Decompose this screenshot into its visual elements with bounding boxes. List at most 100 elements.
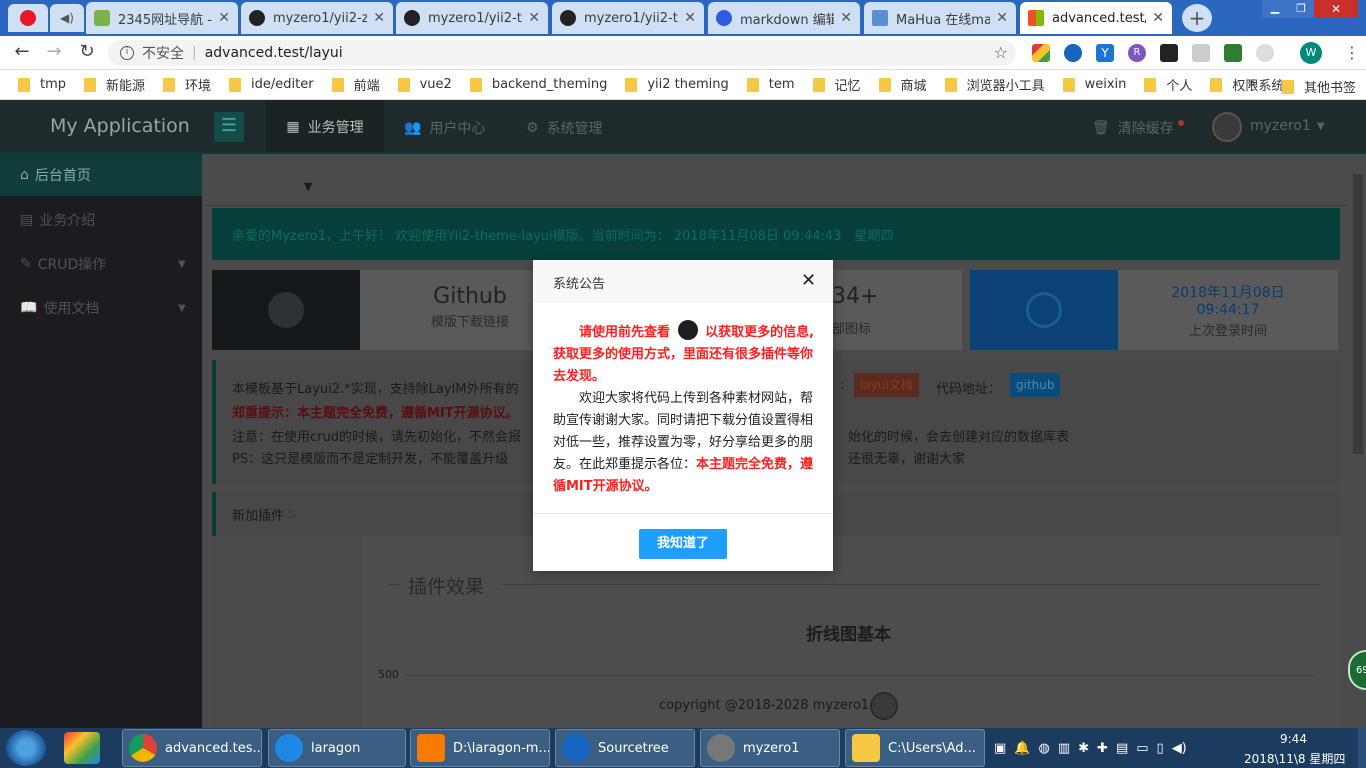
tab-mahua[interactable]: MaHua 在线mar...✕: [864, 2, 1016, 34]
clock-date[interactable]: 2018\11\8 星期四: [1244, 750, 1345, 767]
new-tab-button[interactable]: +: [1182, 4, 1212, 32]
bookmark-item[interactable]: tem: [746, 77, 795, 92]
bookmark-item[interactable]: tmp: [18, 77, 66, 92]
bookmark-item[interactable]: 环境: [163, 75, 211, 94]
bluetooth-icon[interactable]: ✱: [1078, 741, 1089, 756]
extension-grey-icon[interactable]: [1192, 44, 1210, 62]
clock-time[interactable]: 9:44: [1280, 732, 1307, 746]
tray-icon-2[interactable]: ◍: [1038, 741, 1049, 756]
bookmarks-overflow-icon[interactable]: »: [1248, 76, 1256, 91]
close-icon[interactable]: ✕: [684, 10, 696, 26]
sidebar-item-docs[interactable]: 📖 使用文档 ▼: [0, 286, 202, 330]
close-icon[interactable]: ✕: [1152, 10, 1164, 26]
tray-icon-4[interactable]: ✚: [1097, 741, 1108, 756]
app-header: My Application ☰ ▦ 业务管理 👥 用户中心 ⚙ 系统管理 🗑 …: [0, 100, 1366, 154]
bookmark-item[interactable]: weixin: [1062, 77, 1126, 92]
close-icon[interactable]: ✕: [528, 10, 540, 26]
forward-button[interactable]: →: [42, 41, 66, 65]
close-icon[interactable]: ✕: [218, 10, 230, 26]
tab-github-1[interactable]: myzero1/yii2-z...✕: [241, 2, 393, 34]
back-button[interactable]: ←: [10, 41, 34, 65]
folder-icon: [163, 77, 176, 92]
close-icon[interactable]: ✕: [373, 10, 385, 26]
folder-icon: [1062, 77, 1075, 92]
bookmark-item[interactable]: ide/editer: [229, 77, 314, 92]
bell-icon[interactable]: 🔔: [1014, 741, 1030, 756]
pinned-app-icon[interactable]: [64, 732, 100, 764]
nav-business[interactable]: ▦ 业务管理: [266, 100, 384, 154]
extension-globe-icon[interactable]: [1064, 44, 1082, 62]
bookmark-other[interactable]: 其他书签: [1282, 77, 1356, 96]
extension-qr-icon[interactable]: [1224, 44, 1242, 62]
layui-doc-badge[interactable]: layui文档: [854, 373, 919, 397]
nav-user-center[interactable]: 👥 用户中心: [404, 118, 485, 138]
address-bar[interactable]: i 不安全 | advanced.test/layui ☆: [108, 40, 1016, 66]
page-scrollbar[interactable]: [1350, 154, 1366, 728]
extension-cloud-icon[interactable]: [1256, 44, 1274, 62]
tray-icon-5[interactable]: ▤: [1116, 741, 1128, 756]
nav-system[interactable]: ⚙ 系统管理: [526, 118, 603, 138]
volume-icon[interactable]: ◀): [1172, 741, 1187, 756]
close-icon[interactable]: ✕: [996, 10, 1008, 26]
pinned-tab-weibo[interactable]: [8, 4, 48, 32]
tray-icon-1[interactable]: ▣: [994, 741, 1006, 756]
taskbar-item-laragon[interactable]: laragon: [268, 729, 406, 767]
user-menu[interactable]: myzero1 ▼: [1250, 118, 1325, 134]
dialog-footer-divider: [533, 513, 833, 514]
info-icon[interactable]: i: [120, 46, 134, 60]
close-icon[interactable]: ✕: [840, 10, 852, 26]
tab-2345[interactable]: 2345网址导航 - ...✕: [86, 2, 238, 34]
bookmark-star-icon[interactable]: ☆: [994, 43, 1008, 62]
tab-github-3[interactable]: myzero1/yii2-th...✕: [552, 2, 704, 34]
bookmark-item[interactable]: yii2 theming: [625, 77, 729, 92]
taskbar-item-explorer[interactable]: C:\Users\Ad...: [845, 729, 985, 767]
taskbar-item-myzero1[interactable]: myzero1: [700, 729, 840, 767]
menu-kebab-icon[interactable]: ⋮: [1344, 42, 1360, 64]
tab-markdown[interactable]: markdown 编辑...✕: [708, 2, 860, 34]
taskbar-item-sublime[interactable]: D:\laragon-m...: [410, 729, 550, 767]
tab-github-2[interactable]: myzero1/yii2-th...✕: [396, 2, 548, 34]
bookmark-item[interactable]: vue2: [397, 77, 452, 92]
windows-logo-icon: [1028, 10, 1044, 26]
start-button[interactable]: [6, 730, 46, 766]
bookmark-item[interactable]: 记忆: [812, 75, 861, 94]
app-title[interactable]: My Application: [50, 115, 190, 137]
extension-r-icon[interactable]: R: [1128, 44, 1146, 62]
extension-avatar-icon[interactable]: W: [1300, 42, 1322, 64]
bookmark-item[interactable]: backend_theming: [469, 77, 607, 92]
scrollbar-thumb[interactable]: [1353, 174, 1363, 454]
pinned-tab-audio[interactable]: ◀): [50, 4, 84, 32]
github-badge[interactable]: github: [1010, 373, 1061, 397]
reload-button[interactable]: ↻: [75, 41, 99, 65]
bookmark-item[interactable]: 前端: [331, 75, 380, 94]
extension-glasses-icon[interactable]: [1160, 44, 1178, 62]
sidebar-item-crud[interactable]: ✎ CRUD操作 ▼: [0, 242, 202, 286]
extension-y-icon[interactable]: Y: [1096, 44, 1114, 62]
tray-icon-7[interactable]: ▯: [1157, 741, 1164, 756]
bookmark-item[interactable]: 个人: [1144, 75, 1192, 94]
bookmark-item[interactable]: 浏览器小工具: [944, 75, 1045, 94]
extension-color-icon[interactable]: [1032, 44, 1050, 62]
clear-cache-button[interactable]: 🗑 清除缓存: [1092, 118, 1184, 138]
chrome-icon: [129, 734, 157, 762]
ok-button[interactable]: 我知道了: [639, 529, 727, 559]
minimize-button[interactable]: ▁: [1262, 0, 1288, 18]
user-avatar[interactable]: [1212, 112, 1242, 142]
bookmark-item[interactable]: 新能源: [84, 75, 145, 94]
close-icon[interactable]: ✕: [801, 270, 816, 291]
maximize-button[interactable]: ❐: [1288, 0, 1314, 18]
window-close-button[interactable]: ✕: [1314, 0, 1358, 18]
menu-toggle-button[interactable]: ☰: [214, 112, 244, 142]
github-card-icon[interactable]: [212, 270, 360, 350]
tray-icon-3[interactable]: ▥: [1058, 741, 1070, 756]
tray-icon-6[interactable]: ▭: [1136, 741, 1148, 756]
sidebar-item-home[interactable]: ⌂ 后台首页: [0, 154, 202, 196]
show-desktop-button[interactable]: [1358, 728, 1366, 768]
taskbar-item-chrome[interactable]: advanced.tes...: [122, 729, 262, 767]
tab-advanced-test[interactable]: advanced.test/l...✕: [1020, 2, 1172, 34]
caret-down-icon[interactable]: ▼: [304, 180, 312, 193]
github-icon[interactable]: [677, 320, 698, 340]
sidebar-item-intro[interactable]: ▤ 业务介绍: [0, 198, 202, 242]
taskbar-item-sourcetree[interactable]: Sourcetree: [555, 729, 695, 767]
bookmark-item[interactable]: 商城: [878, 75, 927, 94]
